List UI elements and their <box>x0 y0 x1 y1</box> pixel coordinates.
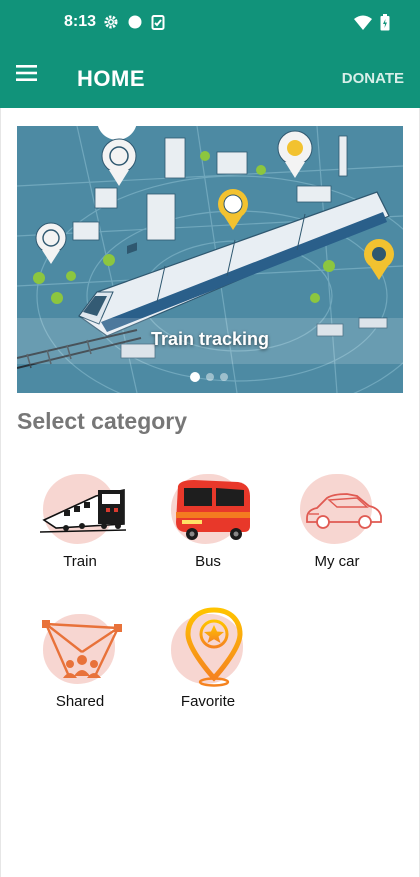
category-favorite[interactable]: Favorite <box>153 604 263 724</box>
battery-icon <box>380 14 390 36</box>
category-label: Shared <box>55 693 105 710</box>
category-bus[interactable]: Bus <box>153 474 263 594</box>
clipboard-check-icon <box>151 14 165 35</box>
category-label: Favorite <box>180 693 236 710</box>
gear-icon <box>103 14 119 35</box>
category-label: My car <box>314 553 360 570</box>
status-icons-right <box>354 14 390 36</box>
status-icons-left <box>103 14 165 35</box>
carousel-indicator <box>190 372 228 382</box>
app-bar: HOME DONATE <box>0 46 420 108</box>
carousel-caption: Train tracking <box>150 329 270 349</box>
status-bar: 8:13 <box>0 0 420 46</box>
carousel-dot[interactable] <box>220 373 228 381</box>
category-my-car[interactable]: My car <box>282 474 392 594</box>
shared-ride-icon <box>42 620 122 678</box>
section-title: Select category <box>17 408 188 434</box>
hamburger-menu-icon[interactable] <box>16 64 44 90</box>
category-shared[interactable]: Shared <box>25 614 135 734</box>
donate-button[interactable]: DONATE <box>342 70 404 87</box>
car-icon <box>306 493 382 529</box>
bus-icon <box>176 480 250 540</box>
train-icon <box>39 489 127 533</box>
status-time: 8:13 <box>64 13 97 30</box>
wifi-icon <box>354 15 372 35</box>
banner-carousel[interactable]: Train tracking <box>17 126 403 393</box>
carousel-dot[interactable] <box>190 372 200 382</box>
category-label: Bus <box>195 553 221 570</box>
carousel-dot[interactable] <box>206 373 214 381</box>
category-train[interactable]: Train <box>25 474 135 594</box>
circle-icon <box>127 14 143 35</box>
favorite-pin-icon <box>185 607 243 687</box>
category-label: Train <box>63 553 97 570</box>
page-title: HOME <box>77 66 145 91</box>
